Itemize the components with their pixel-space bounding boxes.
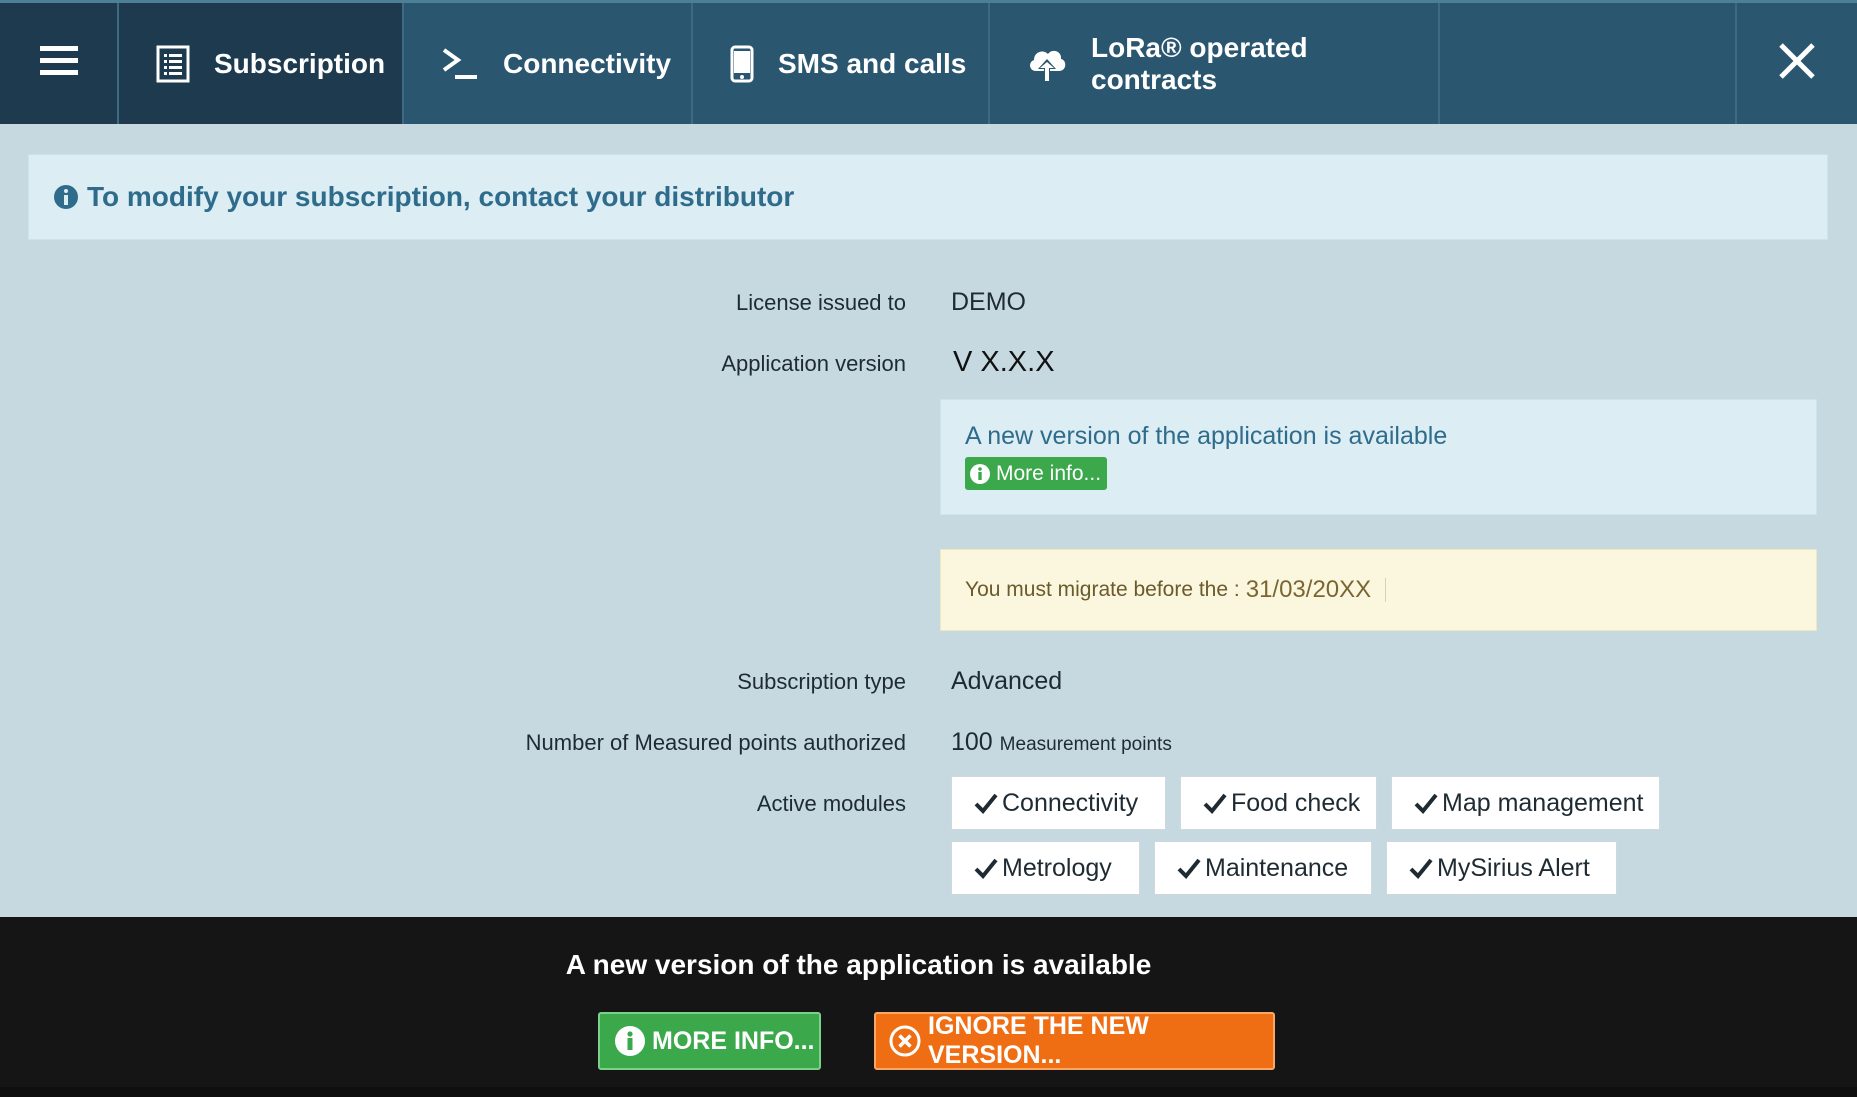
checkmark-icon bbox=[974, 857, 998, 879]
more-info-label: More info... bbox=[996, 461, 1102, 485]
points-value: 100 Measurement points bbox=[951, 728, 1172, 757]
cloud-upload-icon bbox=[1027, 45, 1067, 83]
terminal-prompt-icon bbox=[441, 47, 479, 81]
tab-label: LoRa® operated contracts bbox=[1091, 31, 1308, 95]
ignore-version-label: IGNORE THE NEW VERSION... bbox=[928, 1012, 1149, 1069]
module-label: Maintenance bbox=[1205, 853, 1349, 882]
more-info-label: MORE INFO... bbox=[652, 1026, 815, 1055]
checkmark-icon bbox=[974, 792, 998, 814]
nav-spacer bbox=[1440, 3, 1737, 124]
module-metrology[interactable]: Metrology bbox=[951, 841, 1140, 895]
tab-sms-calls[interactable]: SMS and calls bbox=[693, 3, 990, 124]
module-label: Connectivity bbox=[1002, 788, 1139, 817]
tab-label: Connectivity bbox=[503, 47, 672, 79]
module-maintenance[interactable]: Maintenance bbox=[1154, 841, 1372, 895]
migrate-date: 31/03/20XX bbox=[1245, 576, 1372, 603]
tab-label: SMS and calls bbox=[778, 47, 967, 79]
points-count: 100 bbox=[951, 728, 993, 756]
info-circle-icon bbox=[53, 184, 79, 210]
more-info-button[interactable]: MORE INFO... bbox=[598, 1012, 821, 1070]
module-label: Food check bbox=[1231, 788, 1361, 817]
module-connectivity[interactable]: Connectivity bbox=[951, 776, 1166, 830]
update-notification-bar: A new version of the application is avai… bbox=[0, 917, 1857, 1097]
close-icon bbox=[1778, 42, 1816, 85]
license-label: License issued to bbox=[736, 290, 906, 315]
tab-label: Subscription bbox=[214, 47, 386, 79]
tab-subscription[interactable]: Subscription bbox=[119, 3, 404, 124]
ignore-version-button[interactable]: IGNORE THE NEW VERSION... bbox=[874, 1012, 1275, 1070]
module-map-management[interactable]: Map management bbox=[1391, 776, 1660, 830]
new-version-text: A new version of the application is avai… bbox=[965, 422, 1448, 450]
checkmark-icon bbox=[1203, 792, 1227, 814]
info-circle-icon bbox=[614, 1025, 646, 1057]
checkmark-icon bbox=[1177, 857, 1201, 879]
subscription-type-value: Advanced bbox=[951, 667, 1063, 695]
close-button[interactable] bbox=[1737, 3, 1857, 124]
hamburger-icon bbox=[39, 46, 78, 81]
points-label: Number of Measured points authorized bbox=[525, 730, 906, 755]
more-info-button[interactable]: More info... bbox=[965, 457, 1108, 490]
license-value: DEMO bbox=[951, 288, 1026, 316]
checkmark-icon bbox=[1414, 792, 1438, 814]
version-label: Application version bbox=[721, 351, 906, 376]
tab-lora-contracts[interactable]: LoRa® operated contracts bbox=[990, 3, 1440, 124]
module-mysirius-alert[interactable]: MySirius Alert bbox=[1386, 841, 1617, 895]
new-version-alert: A new version of the application is avai… bbox=[940, 399, 1817, 515]
modules-label: Active modules bbox=[756, 791, 906, 816]
points-unit: Measurement points bbox=[999, 734, 1172, 755]
banner-text: To modify your subscription, contact you… bbox=[87, 181, 795, 212]
migration-warning: You must migrate before the : 31/03/20XX bbox=[940, 549, 1817, 631]
notification-title: A new version of the application is avai… bbox=[565, 949, 1152, 980]
module-food-check[interactable]: Food check bbox=[1180, 776, 1377, 830]
subscription-type-label: Subscription type bbox=[737, 669, 906, 694]
divider bbox=[1385, 578, 1387, 602]
info-banner: To modify your subscription, contact you… bbox=[28, 154, 1828, 240]
module-label: Map management bbox=[1442, 788, 1644, 817]
module-label: Metrology bbox=[1002, 853, 1112, 882]
tab-connectivity[interactable]: Connectivity bbox=[404, 3, 693, 124]
list-document-icon bbox=[156, 45, 190, 83]
checkmark-icon bbox=[1409, 857, 1433, 879]
info-circle-icon bbox=[969, 463, 991, 485]
close-circle-icon bbox=[888, 1024, 922, 1058]
mobile-phone-icon bbox=[730, 45, 754, 83]
module-label: MySirius Alert bbox=[1437, 853, 1590, 882]
version-value: V X.X.X bbox=[953, 346, 1055, 378]
menu-button[interactable] bbox=[0, 3, 119, 124]
migrate-text: You must migrate before the : bbox=[965, 578, 1240, 601]
top-nav: Subscription Connectivity SMS and calls bbox=[0, 0, 1857, 124]
bottom-edge bbox=[0, 1087, 1857, 1097]
